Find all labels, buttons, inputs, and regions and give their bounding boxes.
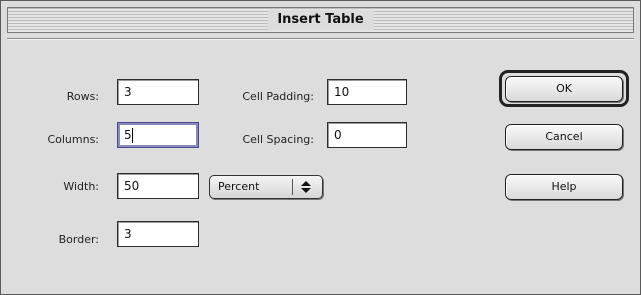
border-label: Border: xyxy=(58,233,99,246)
rows-input[interactable] xyxy=(118,80,198,104)
ok-button[interactable]: OK xyxy=(505,76,623,102)
border-input[interactable] xyxy=(118,222,198,246)
columns-input[interactable] xyxy=(118,123,198,147)
columns-field[interactable] xyxy=(117,122,199,148)
cell-padding-label: Cell Padding: xyxy=(242,90,314,103)
up-down-arrows-icon xyxy=(301,181,311,193)
help-button[interactable]: Help xyxy=(505,174,623,200)
width-units-select[interactable]: Percent xyxy=(209,175,323,199)
title-divider xyxy=(7,38,634,39)
width-label: Width: xyxy=(63,180,99,193)
width-field[interactable] xyxy=(117,173,199,199)
dialog-title: Insert Table xyxy=(267,10,374,30)
rows-label: Rows: xyxy=(66,90,99,103)
border-field[interactable] xyxy=(117,221,199,247)
width-units-value: Percent xyxy=(218,180,260,193)
cell-spacing-field[interactable] xyxy=(327,122,407,148)
rows-field[interactable] xyxy=(117,79,199,105)
cancel-button[interactable]: Cancel xyxy=(505,124,623,150)
insert-table-dialog: Insert Table Rows: Columns: Width: Borde… xyxy=(0,0,641,295)
columns-label: Columns: xyxy=(47,133,99,146)
text-caret xyxy=(132,128,133,143)
width-input[interactable] xyxy=(118,174,198,198)
cell-spacing-input[interactable] xyxy=(328,123,406,147)
cell-padding-input[interactable] xyxy=(328,80,406,104)
cell-padding-field[interactable] xyxy=(327,79,407,105)
popup-divider xyxy=(292,179,293,195)
title-bar[interactable]: Insert Table xyxy=(7,7,634,33)
cell-spacing-label: Cell Spacing: xyxy=(242,133,314,146)
